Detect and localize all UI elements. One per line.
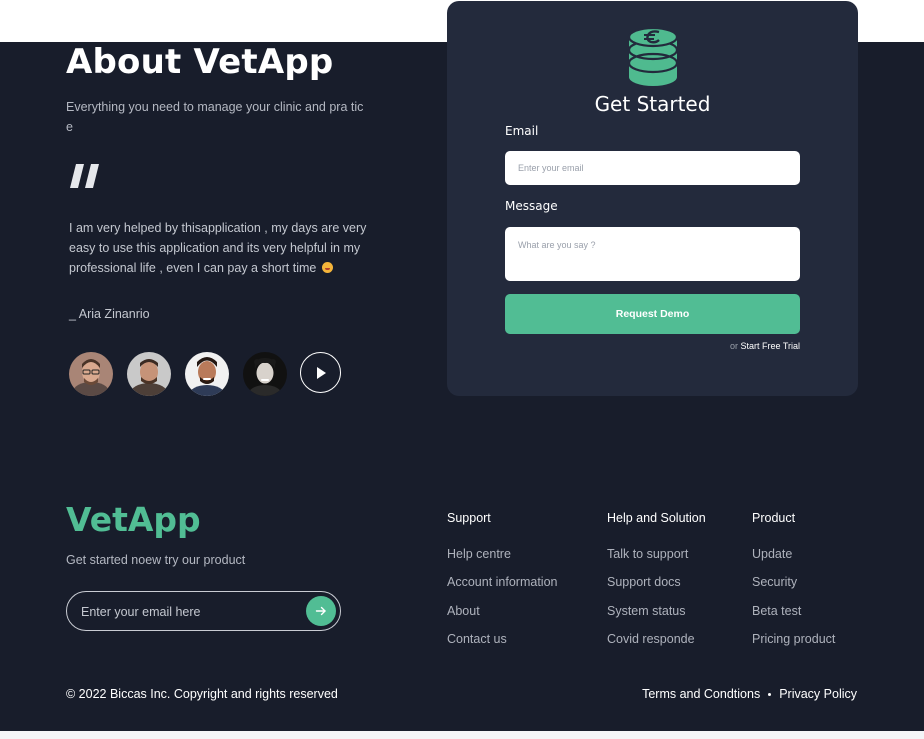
separator-dot — [768, 692, 772, 696]
column-heading: Product — [752, 511, 796, 525]
footer-link-pricing-product[interactable]: Pricing product — [752, 631, 835, 647]
arrow-right-icon — [315, 606, 326, 616]
footer-link-covid-responde[interactable]: Covid responde — [607, 631, 706, 647]
trial-prefix: or — [729, 341, 738, 351]
subscribe-form — [66, 591, 341, 631]
message-label: Message — [505, 199, 558, 213]
footer-link-beta-test[interactable]: Beta test — [752, 603, 835, 619]
avatar[interactable] — [69, 352, 113, 396]
form-title: Get Started — [594, 92, 711, 116]
legal-links: Terms and Condtions Privacy Policy — [642, 687, 857, 701]
privacy-policy-link[interactable]: Privacy Policy — [779, 687, 857, 701]
footer-link-support-docs[interactable]: Support docs — [607, 574, 706, 590]
footer-column-product: Product Update Security Beta test Pricin… — [752, 510, 835, 659]
footer-link-help-centre[interactable]: Help centre — [447, 546, 557, 562]
coin-stack-logo-icon — [627, 27, 679, 86]
footer-link-talk-to-support[interactable]: Talk to support — [607, 546, 706, 562]
footer-column-help-and-solution: Help and Solution Talk to support Suppor… — [607, 510, 706, 659]
avatar[interactable] — [243, 352, 287, 396]
footer-column-support: Support Help centre Account information … — [447, 510, 557, 659]
request-demo-button[interactable]: Request Demo — [505, 294, 800, 334]
avatar[interactable] — [127, 352, 171, 396]
smile-emoji-icon — [321, 262, 333, 273]
trial-line: or Start Free Trial — [730, 341, 800, 351]
about-subtitle: Everything you need to manage your clini… — [66, 100, 364, 134]
email-label: Email — [505, 124, 539, 138]
footer-link-about[interactable]: About — [447, 603, 557, 619]
footer-link-update[interactable]: Update — [752, 546, 835, 562]
footer-brand: VetApp — [66, 500, 201, 539]
column-heading: Support — [447, 511, 491, 525]
terms-link[interactable]: Terms and Condtions — [642, 687, 760, 701]
column-heading: Help and Solution — [607, 511, 706, 525]
email-field[interactable] — [505, 151, 800, 185]
copyright: © 2022 Biccas Inc. Copyright and rights … — [66, 687, 338, 701]
bottom-strip — [0, 731, 924, 739]
about-title: About VetApp — [66, 42, 334, 82]
play-video-button[interactable] — [300, 352, 341, 393]
play-icon — [316, 366, 326, 379]
testimonial-author: _ Aria Zinanrio — [69, 307, 150, 321]
footer-link-account-information[interactable]: Account information — [447, 574, 557, 590]
message-field[interactable] — [505, 227, 800, 281]
footer-link-contact-us[interactable]: Contact us — [447, 631, 557, 647]
quote-icon — [70, 164, 99, 188]
footer-link-system-status[interactable]: System status — [607, 603, 706, 619]
avatar[interactable] — [185, 352, 229, 396]
start-free-trial-link[interactable]: Start Free Trial — [740, 341, 800, 351]
footer-tagline: Get started noew try our product — [66, 553, 246, 567]
subscribe-submit-button[interactable] — [306, 596, 336, 626]
get-started-card: Get Started Email Message Request Demo o… — [447, 1, 858, 396]
testimonial-text: I am very helped by thisapplication , my… — [69, 221, 367, 275]
footer-link-security[interactable]: Security — [752, 574, 835, 590]
subscribe-email-input[interactable] — [79, 601, 303, 623]
